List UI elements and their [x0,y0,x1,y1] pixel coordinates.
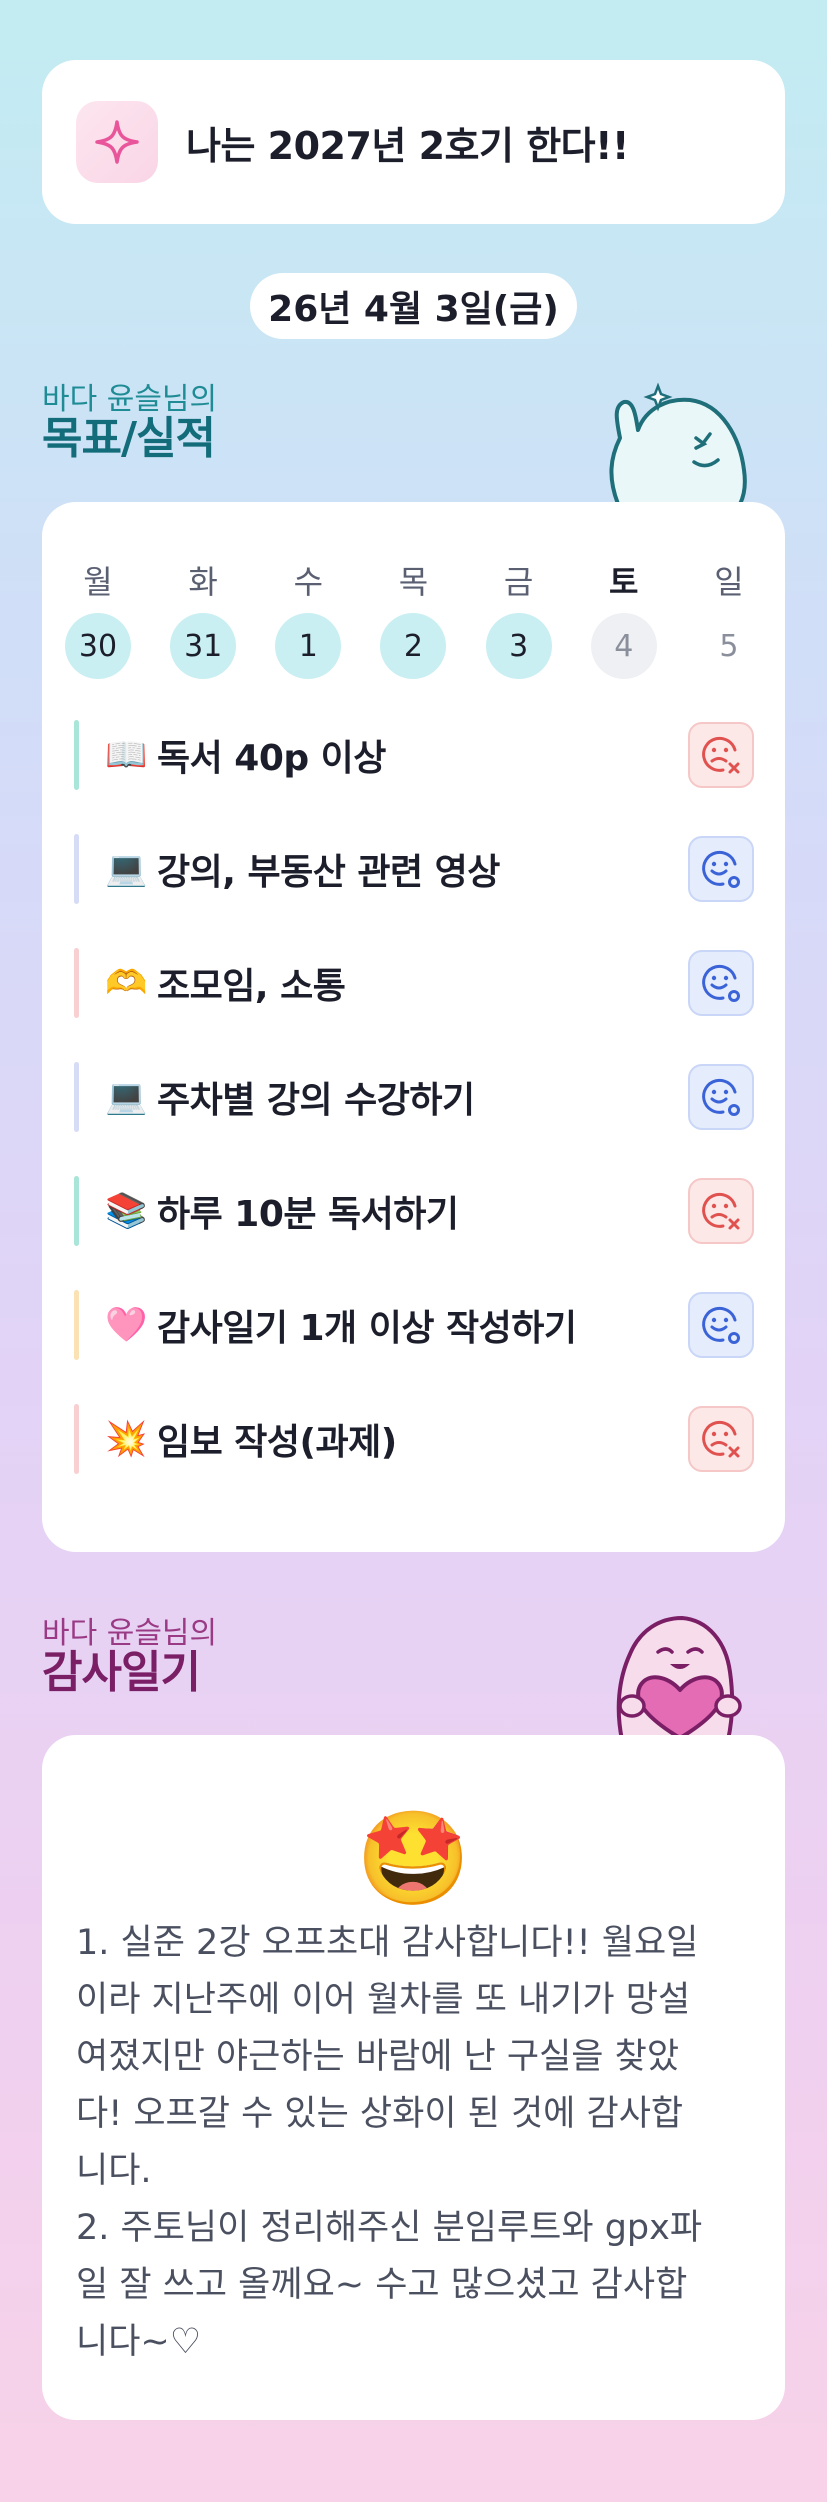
task-label: 감사일기 1개 이상 작성하기 [157,1308,577,1349]
task-item[interactable]: 📚 하루 10분 독서하기 [74,1176,754,1246]
day-name: 토 [609,563,639,601]
week-row: 월 30 화 31 수 1 목 2 금 3 토 4 일 5 [64,557,763,679]
day-name: 일 [714,563,744,601]
task-item[interactable]: 📖 독서 40p 이상 [74,720,754,790]
day-sun[interactable]: 일 5 [695,557,763,679]
day-number: 3 [485,613,552,679]
star-struck-icon: 🤩 [356,1805,471,1912]
smile-face-done-icon[interactable] [688,950,754,1016]
book-icon: 📖 [105,735,148,775]
date-pill: 26년 4월 3일(금) [250,273,577,339]
task-item[interactable]: 🫶 조모임, 소통 [74,948,754,1018]
goals-section-header: 바다 윤슬님의 목표/실적 [42,383,217,462]
task-label: 독서 40p 이상 [157,738,386,779]
mascot-heart-icon [616,1616,742,1740]
task-color-bar [74,948,79,1018]
laptop-icon: 💻 [105,1077,148,1117]
task-label: 주차별 강의 수강하기 [157,1080,475,1121]
mascot-waving-icon [609,382,747,504]
day-number: 30 [65,613,131,679]
day-number: 4 [590,613,657,679]
task-label: 조모임, 소통 [157,966,346,1007]
day-name: 수 [293,563,324,601]
day-name: 금 [503,563,534,601]
gratitude-section-header: 바다 윤슬님의 감사일기 [42,1617,217,1696]
smile-face-done-icon[interactable] [688,836,754,902]
task-item[interactable]: 💻 주차별 강의 수강하기 [74,1062,754,1132]
day-name: 월 [83,563,113,601]
gratitude-card: 🤩 1. 실준 2강 오프초대 감사합니다!! 월요일 이라 지난주에 이어 월… [42,1735,785,2420]
task-label: 강의, 부동산 관련 영상 [157,852,500,893]
sad-face-fail-icon[interactable] [688,722,754,788]
day-thu[interactable]: 목 2 [379,557,447,679]
sad-face-fail-icon[interactable] [688,1178,754,1244]
day-name: 목 [398,563,429,601]
sad-face-fail-icon[interactable] [688,1406,754,1472]
task-color-bar [74,834,79,904]
day-tue[interactable]: 화 31 [169,557,237,679]
task-color-bar [74,1062,79,1132]
day-wed[interactable]: 수 1 [274,557,342,679]
goal-banner: 나는 2027년 2호기 한다!! [42,60,785,224]
task-color-bar [74,720,79,790]
day-number: 2 [380,613,447,679]
smile-face-done-icon[interactable] [688,1292,754,1358]
books-icon: 📚 [105,1191,148,1231]
day-mon[interactable]: 월 30 [64,557,132,679]
smile-face-done-icon[interactable] [688,1064,754,1130]
goals-section-title: 목표/실적 [42,413,216,464]
gratitude-text: 1. 실준 2강 오프초대 감사합니다!! 월요일 이라 지난주에 이어 월차를… [76,1923,703,2362]
gratitude-section-title: 감사일기 [42,1647,201,1698]
task-item[interactable]: 🩷 감사일기 1개 이상 작성하기 [74,1290,754,1360]
goals-card: 월 30 화 31 수 1 목 2 금 3 토 4 일 5 📖 독서 40p 이… [42,502,785,1552]
day-fri[interactable]: 금 3 [485,557,553,679]
task-item[interactable]: 💻 강의, 부동산 관련 영상 [74,834,754,904]
goals-section-subtitle: 바다 윤슬님의 [42,382,218,417]
task-color-bar [74,1404,79,1474]
task-color-bar [74,1176,79,1246]
task-color-bar [74,1290,79,1360]
day-sat[interactable]: 토 4 [590,557,658,679]
gratitude-section-subtitle: 바다 윤슬님의 [42,1616,218,1651]
pink-heart-icon: 🩷 [105,1305,148,1345]
heart-hands-icon: 🫶 [105,963,148,1003]
task-label: 하루 10분 독서하기 [157,1194,459,1235]
task-item[interactable]: 💥 임보 작성(과제) [74,1404,754,1474]
day-name: 화 [188,563,218,601]
day-number: 1 [275,613,342,679]
day-number: 31 [170,613,237,679]
collision-icon: 💥 [105,1419,148,1459]
goal-text: 나는 2027년 2호기 한다!! [186,123,629,168]
sparkle-icon [76,101,158,183]
task-label: 임보 작성(과제) [157,1422,397,1463]
laptop-icon: 💻 [105,849,148,889]
day-number: 5 [719,628,739,664]
